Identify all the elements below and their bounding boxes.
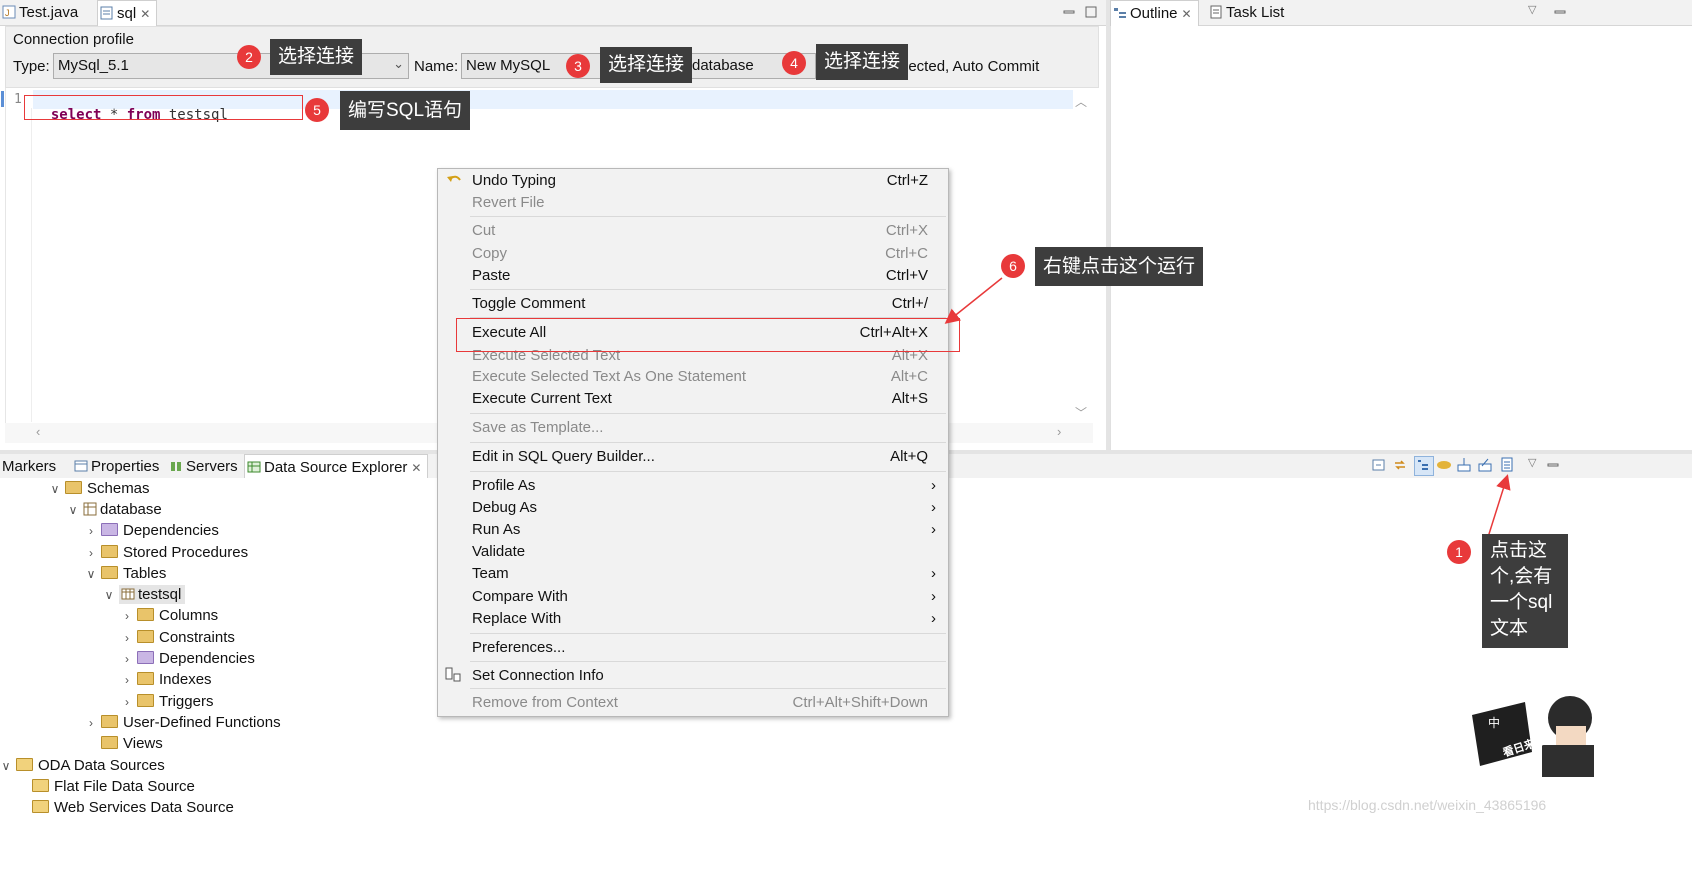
mascot-sticker: 中 看日来那 (1470, 690, 1600, 780)
mascot-bubble: 中 (1488, 716, 1501, 730)
callout-open-scrapbook: 点击这 个,会有 一个sql 文本 (1482, 534, 1568, 648)
annotation-arrows (944, 277, 1511, 554)
arrow-to-execute-all (944, 277, 1003, 324)
watermark: https://blog.csdn.net/weixin_43865196 (1308, 797, 1547, 813)
step-badge-1: 1 (1447, 540, 1471, 564)
